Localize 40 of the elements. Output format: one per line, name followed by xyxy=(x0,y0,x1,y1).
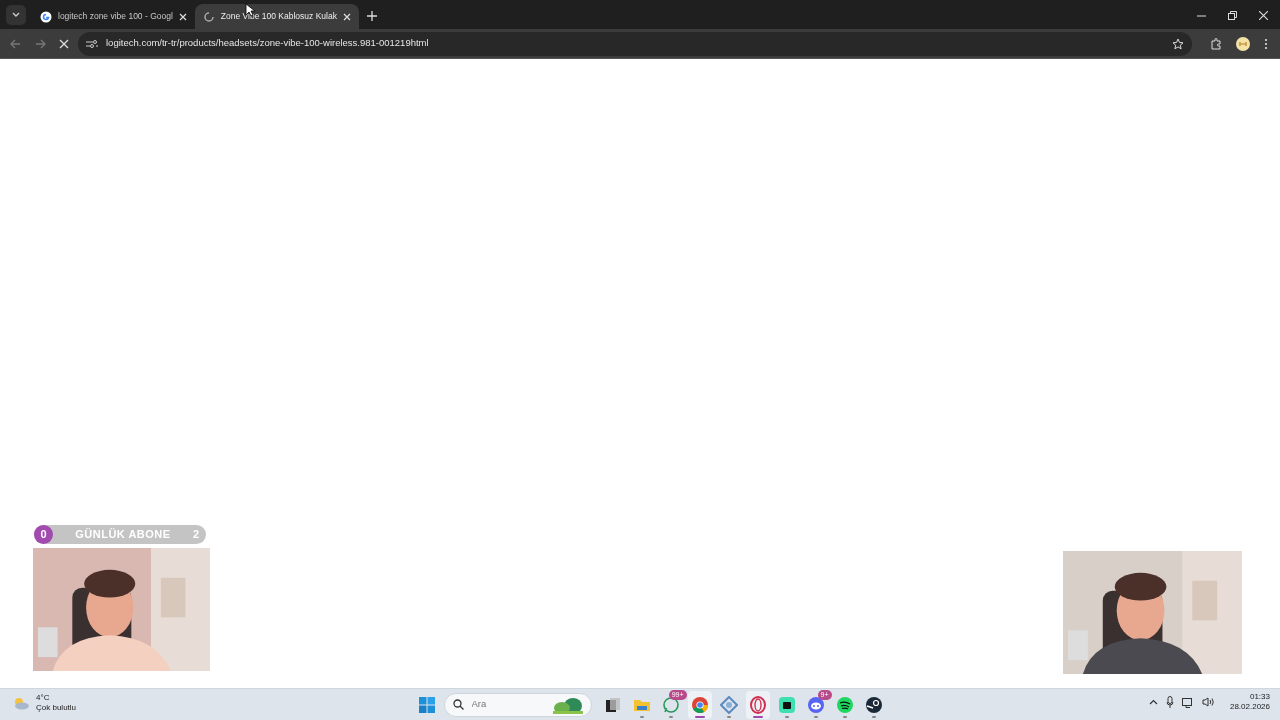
close-icon[interactable] xyxy=(342,12,351,21)
chevron-up-icon[interactable] xyxy=(1148,699,1158,706)
counter-label: GÜNLÜK ABONE xyxy=(74,527,172,543)
new-tab-icon[interactable] xyxy=(366,11,377,21)
taskview-icon[interactable] xyxy=(603,695,622,714)
site-info-icon[interactable] xyxy=(86,38,98,49)
search-icon xyxy=(452,699,464,710)
browser-tab[interactable]: Zone Vibe 100 Kablosuz Kulak xyxy=(194,4,359,29)
menu-icon[interactable] xyxy=(1264,37,1268,50)
search-field[interactable]: Ara xyxy=(471,697,542,712)
close-icon[interactable] xyxy=(1259,11,1268,20)
google-icon xyxy=(40,10,52,23)
restore-icon[interactable] xyxy=(1228,11,1237,20)
network-icon[interactable] xyxy=(1181,696,1194,708)
temperature-text: 4°C xyxy=(36,693,51,703)
close-icon[interactable] xyxy=(178,12,187,21)
extensions-icon[interactable] xyxy=(1210,37,1222,50)
counter-start: 0 xyxy=(34,525,53,544)
speaker-icon[interactable] xyxy=(1201,697,1214,708)
profile-avatar-icon[interactable] xyxy=(1236,36,1250,51)
windows-start-icon[interactable] xyxy=(418,696,435,713)
weather-cloudy-icon xyxy=(12,695,30,710)
browser-tab[interactable]: logitech zone vibe 100 - Googl xyxy=(32,4,195,29)
microphone-icon[interactable] xyxy=(1165,696,1174,709)
clock-time[interactable]: 01:33 xyxy=(1229,692,1270,703)
bookmark-star-icon[interactable] xyxy=(1172,37,1184,50)
clock-date[interactable]: 28.02.2026 xyxy=(1229,702,1270,713)
weather-condition: Çok bulutlu xyxy=(36,702,77,713)
opera-icon[interactable] xyxy=(748,695,767,714)
spotify-icon[interactable] xyxy=(835,695,854,714)
tree-illustration-icon xyxy=(552,695,583,714)
loading-spinner-icon xyxy=(202,10,215,23)
address-bar[interactable]: logitech.com/tr-tr/products/headsets/zone-vibe-100-wireless.981-001219html xyxy=(78,31,1192,56)
chat-bubble-icon[interactable] xyxy=(661,695,680,714)
tab-search-button[interactable] xyxy=(6,5,26,25)
taskbar-search-box[interactable]: Ara xyxy=(443,692,592,717)
counter-goal: 2 xyxy=(192,527,200,543)
chevron-down-icon xyxy=(12,12,20,18)
url-text: logitech.com/tr-tr/products/headsets/zone-vibe-100-wireless.981-001219html xyxy=(106,36,429,51)
chrome-icon[interactable] xyxy=(690,695,709,714)
